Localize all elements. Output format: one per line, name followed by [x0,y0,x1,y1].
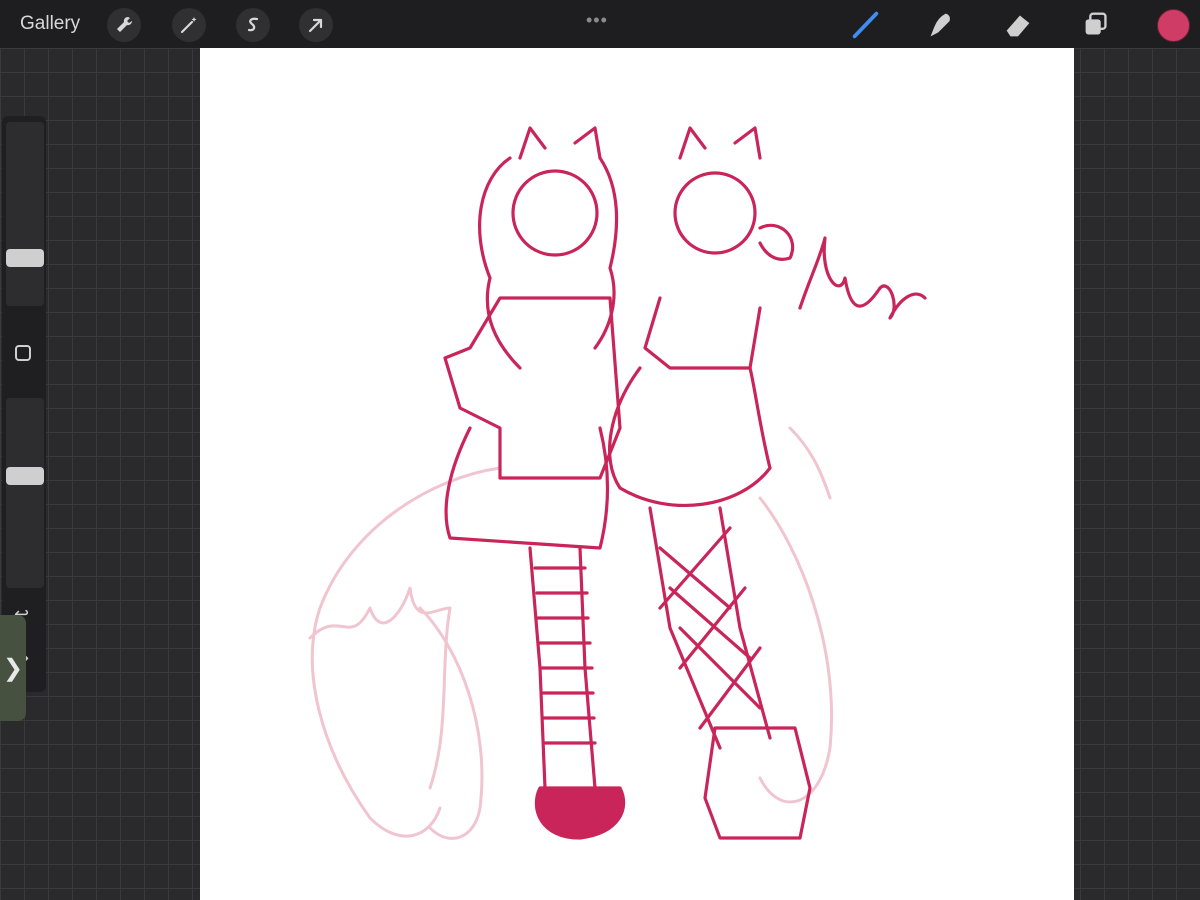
signature [798,236,927,320]
left-figure-head [511,169,599,257]
left-figure-hair [478,156,619,370]
sidebar-expand-tab[interactable]: ❯ [0,615,26,721]
tail-sketch-left [310,466,502,838]
right-figure-top [643,296,762,370]
right-figure-ears [678,126,762,160]
right-figure-leg-left [648,506,722,750]
wrench-icon [117,16,133,32]
left-figure-ears [518,126,602,160]
opacity-handle[interactable] [6,467,44,485]
color-picker-button[interactable] [1157,9,1190,42]
selection-icon [247,17,259,32]
eraser-icon [1006,15,1030,37]
smudge-tool-button[interactable] [922,7,958,43]
left-figure-jacket [443,296,622,480]
actions-button[interactable] [107,8,141,42]
right-figure-skirt [608,366,772,507]
opacity-slider[interactable] [6,398,44,588]
right-figure-hair-bow [758,223,795,261]
brush-tool-button[interactable] [847,7,883,43]
eraser-tool-button[interactable] [1000,7,1036,43]
modify-button[interactable] [15,345,31,361]
sketch-artwork [308,126,927,840]
adjustments-button[interactable] [172,8,206,42]
smudge-icon [930,13,950,37]
tail-sketch-curve [418,606,484,840]
brush-size-slider[interactable] [6,122,44,306]
arm-sketch [788,426,832,500]
right-figure-head [673,171,757,255]
brush-icon [852,11,879,39]
right-figure-net [658,526,762,730]
chevron-right-icon: ❯ [2,654,24,682]
brush-size-handle[interactable] [6,249,44,267]
magic-wand-icon [180,17,197,34]
left-figure-shoes [534,786,626,840]
right-figure-boots [703,726,812,840]
selection-button[interactable] [236,8,270,42]
layers-icon [1085,12,1107,35]
more-options-button[interactable]: ••• [586,10,608,31]
right-figure-leg-right [718,506,772,740]
transform-button[interactable] [299,8,333,42]
top-toolbar: Gallery ••• [0,0,1200,48]
tail-sketch-right [758,496,834,804]
drawing-canvas[interactable] [200,48,1074,900]
gallery-button[interactable]: Gallery [20,13,80,35]
left-figure-skirt [444,426,610,550]
layers-button[interactable] [1078,7,1114,43]
transform-arrow-icon [308,18,323,33]
left-sidebar: ↩ ↪ [2,116,46,692]
